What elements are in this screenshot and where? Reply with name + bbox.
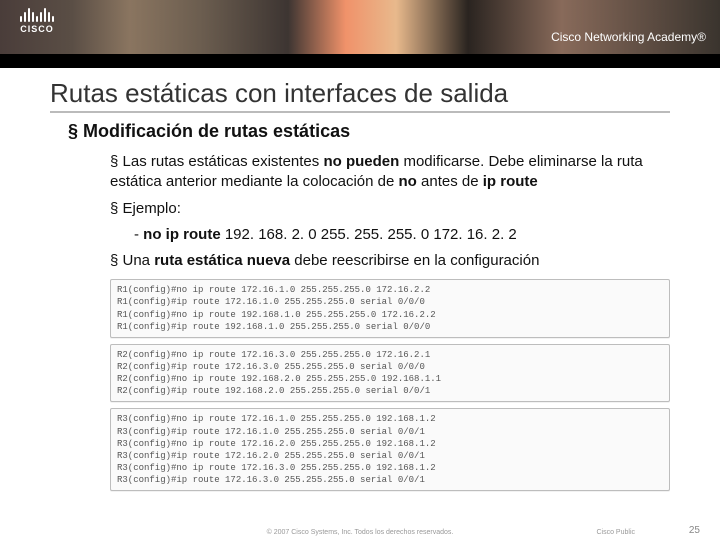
text-bold: no xyxy=(399,173,417,190)
command-bold: no ip route xyxy=(143,226,221,243)
terminal-line: R2(config)#no ip route 192.168.2.0 255.2… xyxy=(117,373,663,385)
bullet-2-sub: - no ip route 192. 168. 2. 0 255. 255. 2… xyxy=(134,225,670,245)
slide-title: Rutas estáticas con interfaces de salida xyxy=(50,78,670,113)
terminal-line: R3(config)#no ip route 172.16.3.0 255.25… xyxy=(117,462,663,474)
terminal-line: R2(config)#ip route 192.168.2.0 255.255.… xyxy=(117,385,663,397)
dash: - xyxy=(134,226,143,243)
page-number: 25 xyxy=(689,525,700,536)
bullet-list: § Las rutas estáticas existentes no pued… xyxy=(110,152,670,271)
bullet-1: § Las rutas estáticas existentes no pued… xyxy=(110,152,670,193)
academy-label: Cisco Networking Academy® xyxy=(551,30,706,44)
text-bold: ip route xyxy=(483,173,538,190)
terminal-line: R1(config)#ip route 172.16.1.0 255.255.2… xyxy=(117,296,663,308)
terminal-r3: R3(config)#no ip route 172.16.1.0 255.25… xyxy=(110,408,670,491)
text: § Las rutas estáticas existentes xyxy=(110,153,323,170)
slide-content: Rutas estáticas con interfaces de salida… xyxy=(0,68,720,491)
terminal-line: R3(config)#no ip route 172.16.1.0 255.25… xyxy=(117,413,663,425)
terminal-line: R3(config)#ip route 172.16.2.0 255.255.2… xyxy=(117,450,663,462)
header-strip xyxy=(0,54,720,68)
terminal-line: R1(config)#no ip route 172.16.1.0 255.25… xyxy=(117,284,663,296)
terminal-line: R3(config)#no ip route 172.16.2.0 255.25… xyxy=(117,438,663,450)
text: debe reescribirse en la configuración xyxy=(290,252,539,269)
terminal-group: R1(config)#no ip route 172.16.1.0 255.25… xyxy=(110,279,670,491)
bullet-2: § Ejemplo: xyxy=(110,199,670,219)
bullet-3: § Una ruta estática nueva debe reescribi… xyxy=(110,251,670,271)
cisco-logo: CISCO xyxy=(0,0,54,34)
text: § Una xyxy=(110,252,154,269)
terminal-line: R2(config)#no ip route 172.16.3.0 255.25… xyxy=(117,349,663,361)
terminal-r1: R1(config)#no ip route 172.16.1.0 255.25… xyxy=(110,279,670,338)
terminal-line: R3(config)#ip route 172.16.3.0 255.255.2… xyxy=(117,474,663,486)
command-args: 192. 168. 2. 0 255. 255. 255. 0 172. 16.… xyxy=(221,226,517,243)
terminal-line: R3(config)#ip route 172.16.1.0 255.255.2… xyxy=(117,426,663,438)
text: antes de xyxy=(417,173,483,190)
footer-public: Cisco Public xyxy=(596,529,635,536)
terminal-line: R1(config)#no ip route 192.168.1.0 255.2… xyxy=(117,309,663,321)
cisco-logo-text: CISCO xyxy=(20,24,54,34)
terminal-line: R2(config)#ip route 172.16.3.0 255.255.2… xyxy=(117,361,663,373)
slide-subtitle: Modificación de rutas estáticas xyxy=(68,121,670,142)
terminal-r2: R2(config)#no ip route 172.16.3.0 255.25… xyxy=(110,344,670,403)
header-banner: CISCO Cisco Networking Academy® xyxy=(0,0,720,54)
text-bold: no pueden xyxy=(323,153,399,170)
text-bold: ruta estática nueva xyxy=(154,252,290,269)
cisco-bars-icon xyxy=(20,4,54,22)
terminal-line: R1(config)#ip route 192.168.1.0 255.255.… xyxy=(117,321,663,333)
